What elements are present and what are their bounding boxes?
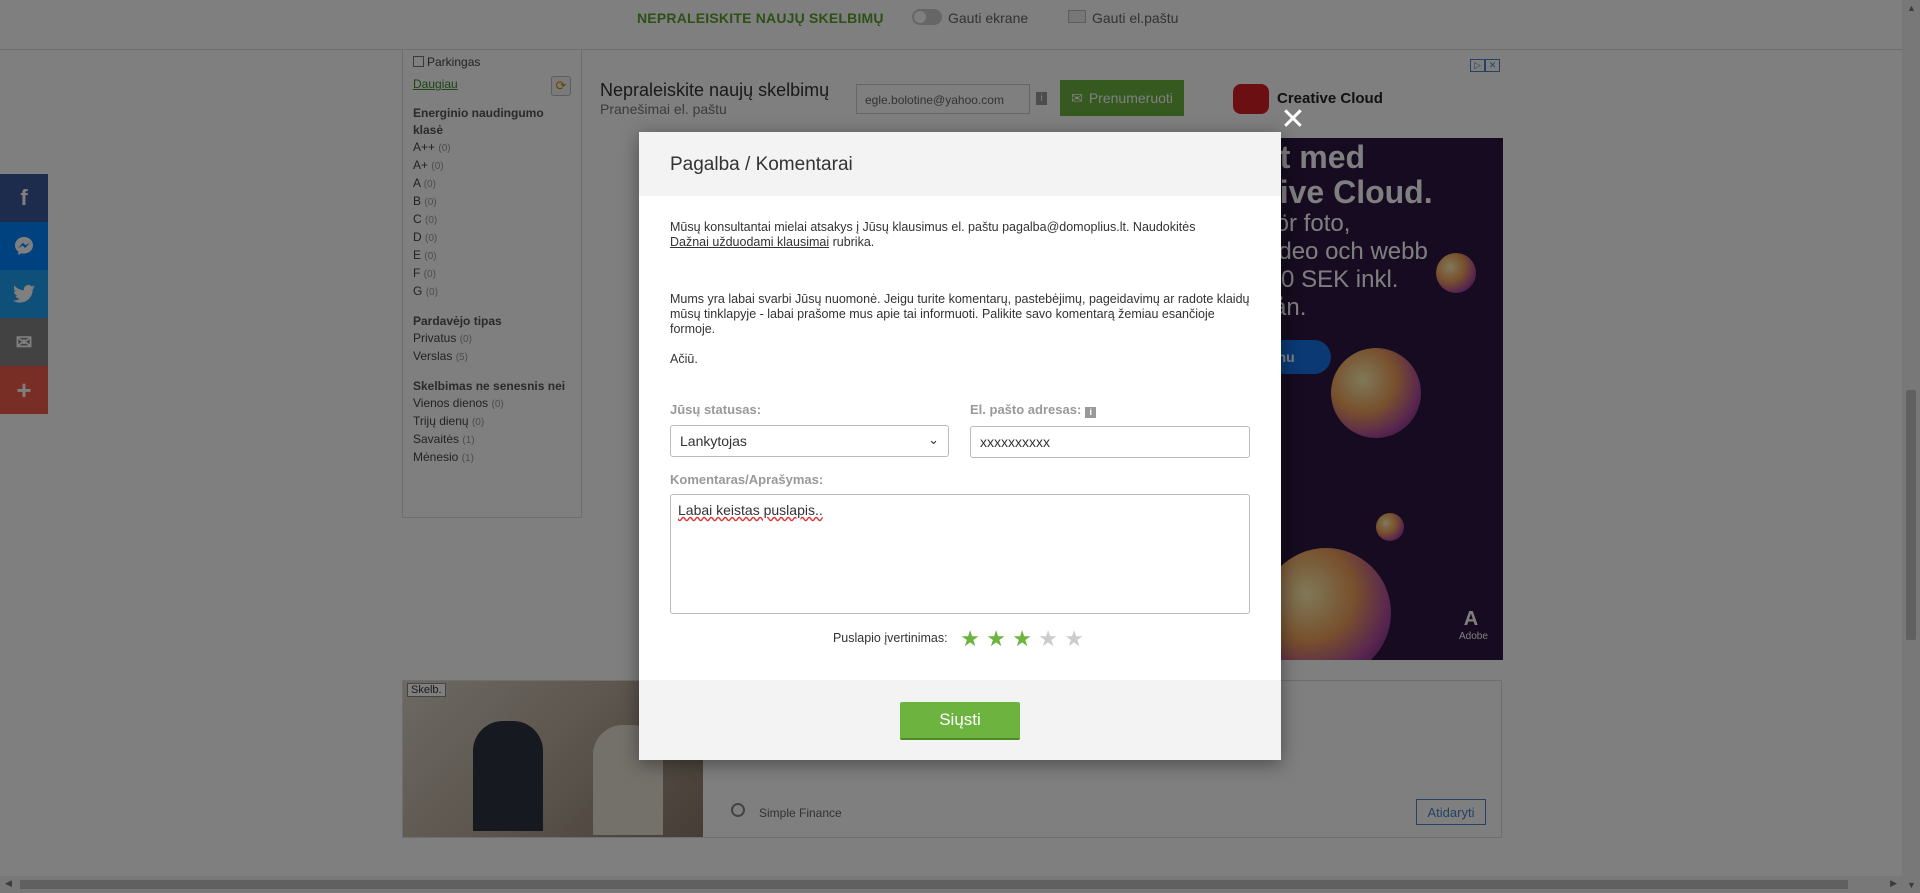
status-field-group: Jūsų statusas: Lankytojas ⌄ — [670, 402, 949, 457]
info-icon[interactable]: i — [1085, 407, 1097, 418]
help-comments-modal: Pagalba / Komentarai Mūsų konsultantai m… — [639, 132, 1281, 760]
status-select-value: Lankytojas — [680, 433, 747, 449]
star-icon[interactable]: ★ — [957, 626, 983, 652]
close-icon[interactable]: ✕ — [1279, 105, 1307, 135]
chevron-down-icon: ⌄ — [928, 432, 939, 447]
comment-textarea[interactable]: Labai keistas puslapis.. — [670, 494, 1250, 614]
thanks-text: Ačiū. — [670, 352, 698, 366]
email-field-group: El. pašto adresas: i xxxxxxxxxx — [970, 402, 1250, 458]
star-icon[interactable]: ★ — [1009, 626, 1035, 652]
send-button[interactable]: Siųsti — [900, 702, 1020, 740]
intro-text: Mūsų konsultantai mielai atsakys į Jūsų … — [670, 220, 1250, 250]
opinion-text: Mums yra labai svarbi Jūsų nuomonė. Jeig… — [670, 292, 1250, 336]
comment-label: Komentaras/Aprašymas: — [670, 472, 824, 487]
status-label: Jūsų statusas: — [670, 402, 762, 417]
intro-text-tail: rubrika. — [829, 235, 875, 249]
faq-link[interactable]: Dažnai užduodami klausimai — [670, 235, 829, 249]
email-field[interactable]: xxxxxxxxxx — [970, 426, 1250, 458]
star-icon[interactable]: ★ — [1061, 626, 1087, 652]
comment-text: Labai keistas puslapis.. — [678, 502, 823, 518]
email-label-text: El. pašto adresas: — [970, 402, 1082, 417]
modal-title: Pagalba / Komentarai — [639, 132, 1281, 196]
page-rating: Puslapio įvertinimas: ★ ★ ★ ★ ★ — [639, 626, 1281, 652]
star-icon[interactable]: ★ — [1035, 626, 1061, 652]
status-select[interactable]: Lankytojas ⌄ — [670, 425, 949, 457]
intro-text-main: Mūsų konsultantai mielai atsakys į Jūsų … — [670, 220, 1196, 234]
email-label: El. pašto adresas: i — [970, 402, 1250, 418]
rating-label: Puslapio įvertinimas: — [832, 631, 948, 645]
rating-stars: ★ ★ ★ ★ ★ — [957, 626, 1087, 651]
modal-body: Mūsų konsultantai mielai atsakys į Jūsų … — [639, 196, 1281, 391]
star-icon[interactable]: ★ — [983, 626, 1009, 652]
